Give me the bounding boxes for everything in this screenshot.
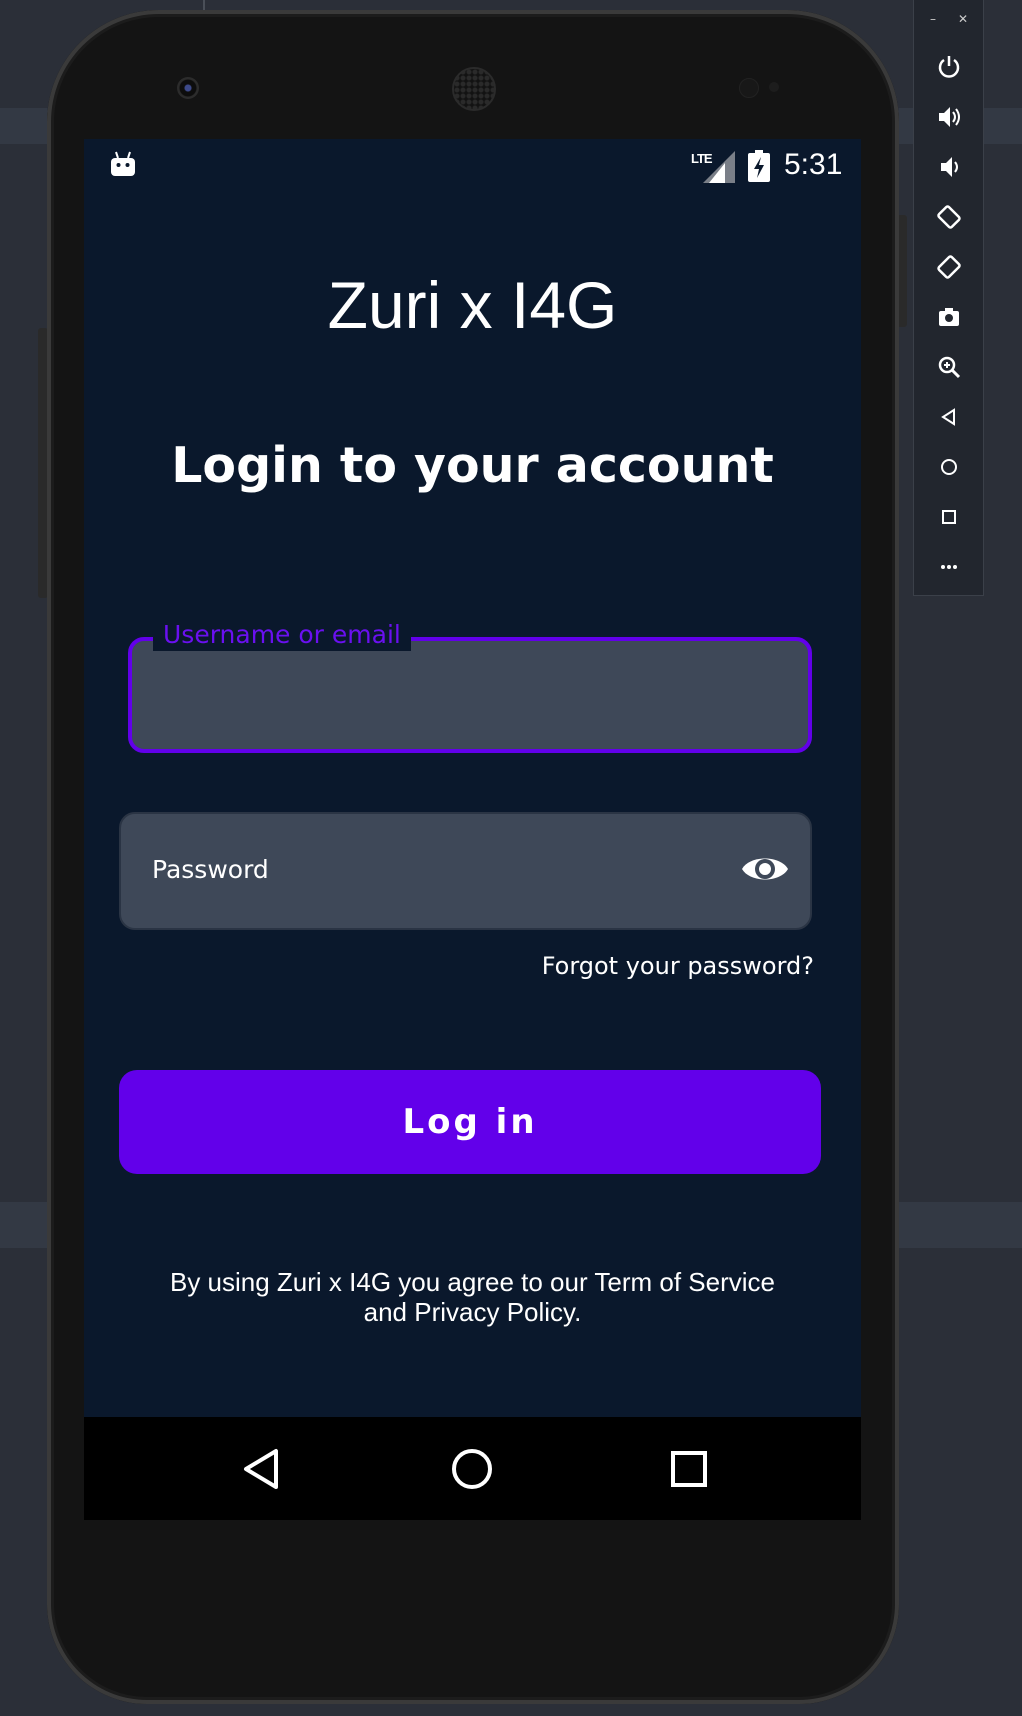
home-icon[interactable]: [934, 452, 964, 482]
signal-icon: [703, 151, 735, 183]
power-icon[interactable]: [934, 52, 964, 82]
close-icon[interactable]: ✕: [958, 12, 968, 26]
volume-down-icon[interactable]: [934, 152, 964, 182]
rotate-left-icon[interactable]: [934, 202, 964, 232]
back-icon[interactable]: [934, 402, 964, 432]
camera-icon[interactable]: [934, 302, 964, 332]
nav-home-icon[interactable]: [448, 1445, 496, 1493]
app-title: Zuri x I4G: [327, 268, 618, 342]
android-debug-icon: [111, 151, 135, 176]
zoom-icon[interactable]: [934, 352, 964, 382]
proximity-sensor: [739, 78, 759, 98]
nav-back-icon[interactable]: [238, 1445, 286, 1493]
forgot-password-link[interactable]: Forgot your password?: [542, 952, 814, 980]
status-bar: LTE 5:31: [84, 139, 861, 191]
terms-line-1: By using Zuri x I4G you agree to our Ter…: [169, 1267, 775, 1297]
password-placeholder: Password: [152, 855, 269, 884]
front-camera: [177, 77, 199, 99]
volume-up-icon[interactable]: [934, 102, 964, 132]
nav-overview-icon[interactable]: [665, 1445, 713, 1493]
show-password-eye-icon[interactable]: [740, 849, 790, 889]
light-sensor: [769, 82, 779, 92]
emulator-toolbar: – ✕: [913, 0, 984, 596]
navigation-bar: [84, 1417, 861, 1520]
terms-line-2: and Privacy Policy.: [363, 1297, 582, 1327]
more-icon[interactable]: [934, 552, 964, 582]
device-screen: LTE 5:31 Zuri x I4G Login to your accoun…: [84, 139, 861, 1520]
login-button[interactable]: Log in: [119, 1070, 821, 1174]
page-heading: Login to your account: [171, 437, 774, 494]
status-time: 5:31: [784, 148, 843, 181]
username-input[interactable]: [128, 637, 812, 753]
minimize-icon[interactable]: –: [930, 12, 936, 26]
overview-icon[interactable]: [934, 502, 964, 532]
username-label: Username or email: [153, 619, 411, 651]
terms-text: By using Zuri x I4G you agree to our Ter…: [84, 1267, 861, 1327]
rotate-right-icon[interactable]: [934, 252, 964, 282]
earpiece-speaker: [452, 67, 496, 111]
battery-charging-icon: [748, 150, 770, 182]
